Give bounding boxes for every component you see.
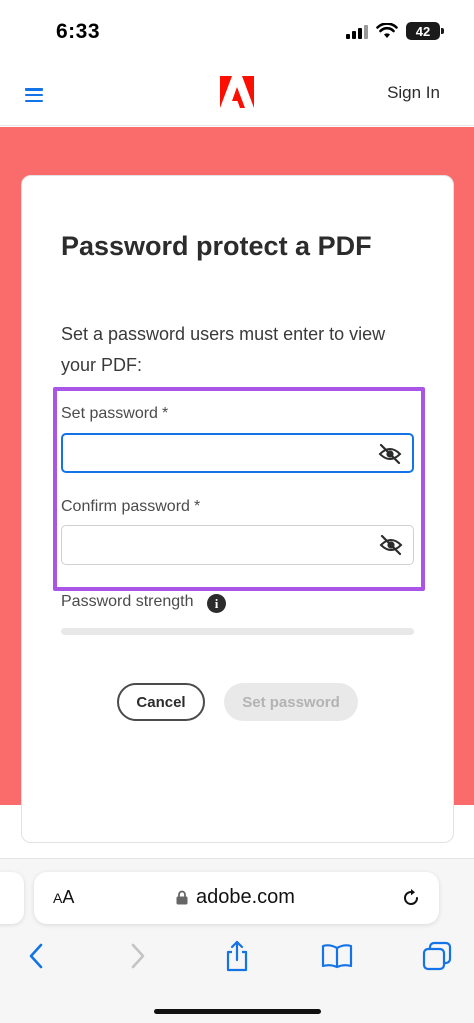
battery-indicator: 42: [406, 22, 444, 40]
reader-options-button[interactable]: AA: [53, 887, 74, 908]
share-icon[interactable]: [220, 939, 254, 973]
required-mark: *: [193, 498, 201, 515]
menu-icon[interactable]: [25, 88, 43, 102]
url-text[interactable]: adobe.com: [196, 886, 295, 909]
page-title: Password protect a PDF: [61, 231, 372, 261]
status-icons: 42: [346, 22, 444, 40]
forward-icon[interactable]: [121, 939, 155, 973]
app-header: Sign In: [0, 62, 474, 126]
status-bar: 6:33 42: [0, 0, 474, 62]
password-protect-card: Password protect a PDF Set a password us…: [21, 175, 454, 843]
browser-bottom-bar: AA adobe.com: [0, 858, 474, 1023]
confirm-password-label: Confirm password *: [61, 498, 200, 516]
password-strength-label: Password strength: [61, 593, 194, 610]
required-mark: *: [161, 405, 169, 422]
cellular-signal-icon: [346, 23, 368, 39]
sign-in-link[interactable]: Sign In: [387, 83, 440, 103]
reload-icon[interactable]: [401, 888, 421, 908]
confirm-password-label-text: Confirm password: [61, 498, 190, 515]
aa-small-letter: A: [53, 890, 63, 906]
back-icon[interactable]: [19, 939, 53, 973]
lock-icon: [176, 890, 188, 905]
eye-slash-icon[interactable]: [379, 534, 403, 556]
confirm-password-field[interactable]: [61, 525, 414, 565]
confirm-password-input[interactable]: [62, 526, 362, 564]
set-password-label-text: Set password: [61, 405, 158, 422]
wifi-icon: [376, 23, 398, 38]
address-bar[interactable]: AA adobe.com: [34, 872, 439, 924]
previous-tab-preview[interactable]: [0, 872, 24, 924]
info-icon[interactable]: i: [207, 594, 226, 613]
set-password-label: Set password *: [61, 405, 168, 423]
adobe-logo[interactable]: [220, 76, 254, 108]
card-description: Set a password users must enter to view …: [61, 324, 386, 375]
bookmarks-icon[interactable]: [320, 939, 354, 973]
set-password-field[interactable]: [61, 433, 414, 473]
status-time: 6:33: [56, 20, 101, 43]
home-indicator: [154, 1009, 321, 1014]
tabs-icon[interactable]: [420, 939, 454, 973]
eye-slash-icon[interactable]: [378, 443, 402, 465]
cancel-button[interactable]: Cancel: [117, 683, 205, 721]
set-password-input[interactable]: [63, 435, 363, 471]
password-strength-meter: [61, 628, 414, 635]
aa-large-letter: A: [62, 887, 75, 907]
set-password-button[interactable]: Set password: [224, 683, 358, 721]
